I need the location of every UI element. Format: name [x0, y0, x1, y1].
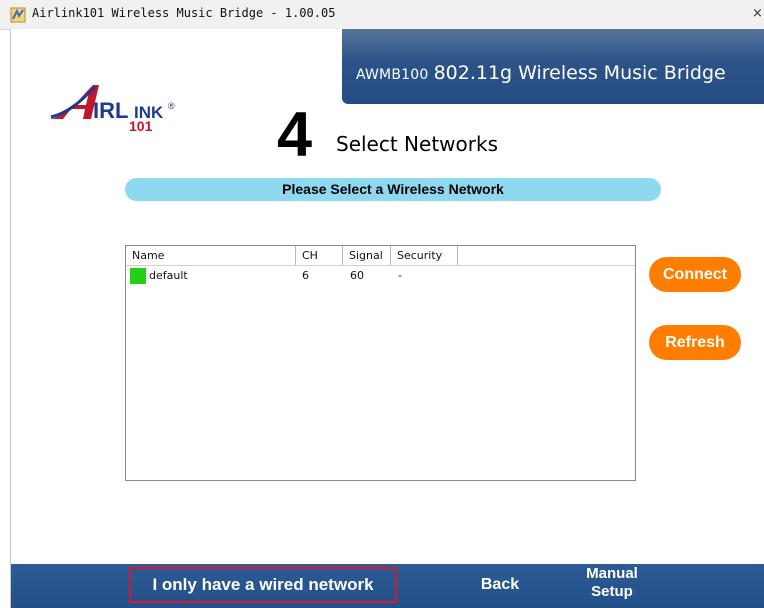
- app-icon: [10, 7, 26, 23]
- connect-button[interactable]: Connect: [649, 257, 741, 292]
- step-title: Select Networks: [336, 132, 498, 156]
- product-banner: AWMB100 802.11g Wireless Music Bridge: [342, 29, 764, 104]
- window-title: Airlink101 Wireless Music Bridge - 1.00.…: [32, 6, 336, 20]
- close-button[interactable]: ×: [752, 5, 764, 23]
- step-number: 4: [277, 100, 313, 170]
- title-bar: Airlink101 Wireless Music Bridge - 1.00.…: [0, 0, 764, 30]
- svg-text:101: 101: [129, 118, 153, 131]
- manual-setup-button[interactable]: Manual Setup: [577, 565, 647, 607]
- svg-text:IRL: IRL: [93, 98, 128, 123]
- signal-status-icon: [130, 268, 146, 284]
- manual-setup-label-line1: Manual: [586, 565, 638, 582]
- wizard-content: IRL INK ® 101 AWMB100 802.11g Wireless M…: [11, 29, 764, 608]
- network-row[interactable]: default 6 60 -: [126, 266, 633, 286]
- banner-description: 802.11g Wireless Music Bridge: [433, 62, 726, 84]
- list-header: Name CH Signal Security: [126, 246, 635, 266]
- airlink-logo: IRL INK ® 101: [49, 85, 175, 131]
- instruction-text: Please Select a Wireless Network: [282, 181, 504, 197]
- network-name: default: [149, 269, 188, 282]
- instruction-banner: Please Select a Wireless Network: [125, 178, 661, 201]
- network-channel: 6: [302, 269, 309, 282]
- banner-text: AWMB100 802.11g Wireless Music Bridge: [356, 62, 726, 84]
- column-header-name[interactable]: Name: [126, 246, 296, 265]
- wired-network-button[interactable]: I only have a wired network: [129, 567, 397, 603]
- column-header-security[interactable]: Security: [391, 246, 458, 265]
- back-button[interactable]: Back: [475, 567, 525, 603]
- column-header-channel[interactable]: CH: [296, 246, 343, 265]
- network-security: -: [398, 269, 402, 282]
- manual-setup-label-line2: Setup: [591, 583, 633, 600]
- column-header-signal[interactable]: Signal: [343, 246, 391, 265]
- banner-model: AWMB100: [356, 67, 429, 83]
- refresh-button[interactable]: Refresh: [649, 325, 741, 360]
- footer-bar: I only have a wired network Back Manual …: [11, 564, 764, 608]
- network-list[interactable]: Name CH Signal Security default 6 60 -: [125, 245, 636, 481]
- network-signal: 60: [350, 269, 364, 282]
- svg-text:®: ®: [168, 101, 175, 111]
